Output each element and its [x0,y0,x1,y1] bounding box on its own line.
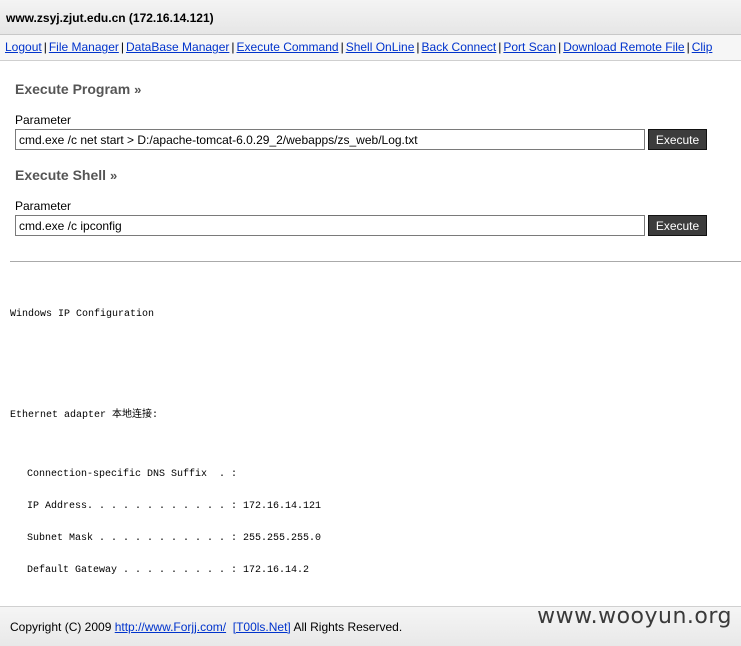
copyright-suffix: All Rights Reserved. [290,620,403,634]
shell-parameter-input[interactable] [15,215,645,236]
page: www.zsyj.zjut.edu.cn (172.16.14.121) Log… [0,0,741,646]
title-bar: www.zsyj.zjut.edu.cn (172.16.14.121) [0,0,741,35]
execute-shell-heading: Execute Shell » [15,167,117,183]
nav-separator: | [416,40,420,54]
output-line-adapter: Ethernet adapter 本地连接: [10,410,159,421]
program-parameter-label: Parameter [15,113,72,127]
nav-download-remote-file[interactable]: Download Remote File [563,40,684,54]
execute-program-button[interactable]: Execute [648,129,707,150]
execute-shell-title: Execute Shell [15,167,107,183]
copyright-text: Copyright (C) 2009 http://www.Forjj.com/… [10,620,402,634]
forjj-link[interactable]: http://www.Forjj.com/ [115,620,226,634]
nav-file-manager[interactable]: File Manager [49,40,119,54]
copyright-prefix: Copyright (C) 2009 [10,620,115,634]
output-line-default-gateway: Default Gateway . . . . . . . . . : 172.… [27,565,310,576]
output-line-ip-address: IP Address. . . . . . . . . . . . : 172.… [27,501,322,512]
nav-separator: | [231,40,235,54]
program-parameter-input[interactable] [15,129,645,150]
nav-clip[interactable]: Clip [692,40,713,54]
nav-separator: | [686,40,690,54]
watermark: www.wooyun.org [537,604,732,629]
section-divider [10,261,741,262]
nav-back-connect[interactable]: Back Connect [422,40,497,54]
raquo-icon: » [134,82,142,97]
shell-parameter-label: Parameter [15,199,72,213]
nav-port-scan[interactable]: Port Scan [503,40,556,54]
raquo-icon: » [109,168,118,183]
execute-program-heading: Execute Program » [15,81,141,97]
execute-shell-button[interactable]: Execute [648,215,707,236]
output-line-subnet-mask: Subnet Mask . . . . . . . . . . . : 255.… [27,533,322,544]
nav-separator: | [340,40,344,54]
nav-bar: Logout | File Manager | DataBase Manager | Exe… [0,35,741,61]
execute-program-title: Execute Program [15,81,131,97]
output-line-ip-config: Windows IP Configuration [10,309,155,320]
nav-links: Logout | File Manager | DataBase Manager | Exe… [5,40,712,54]
host-title: www.zsyj.zjut.edu.cn (172.16.14.121) [6,11,214,25]
nav-logout[interactable]: Logout [5,40,42,54]
output-line-dns-suffix: Connection-specific DNS Suffix . : [27,469,238,480]
nav-separator: | [120,40,124,54]
t00ls-link[interactable]: [T00ls.Net] [233,620,291,634]
nav-database-manager[interactable]: DataBase Manager [126,40,229,54]
nav-separator: | [43,40,47,54]
nav-shell-online[interactable]: Shell OnLine [346,40,415,54]
nav-execute-command[interactable]: Execute Command [237,40,339,54]
